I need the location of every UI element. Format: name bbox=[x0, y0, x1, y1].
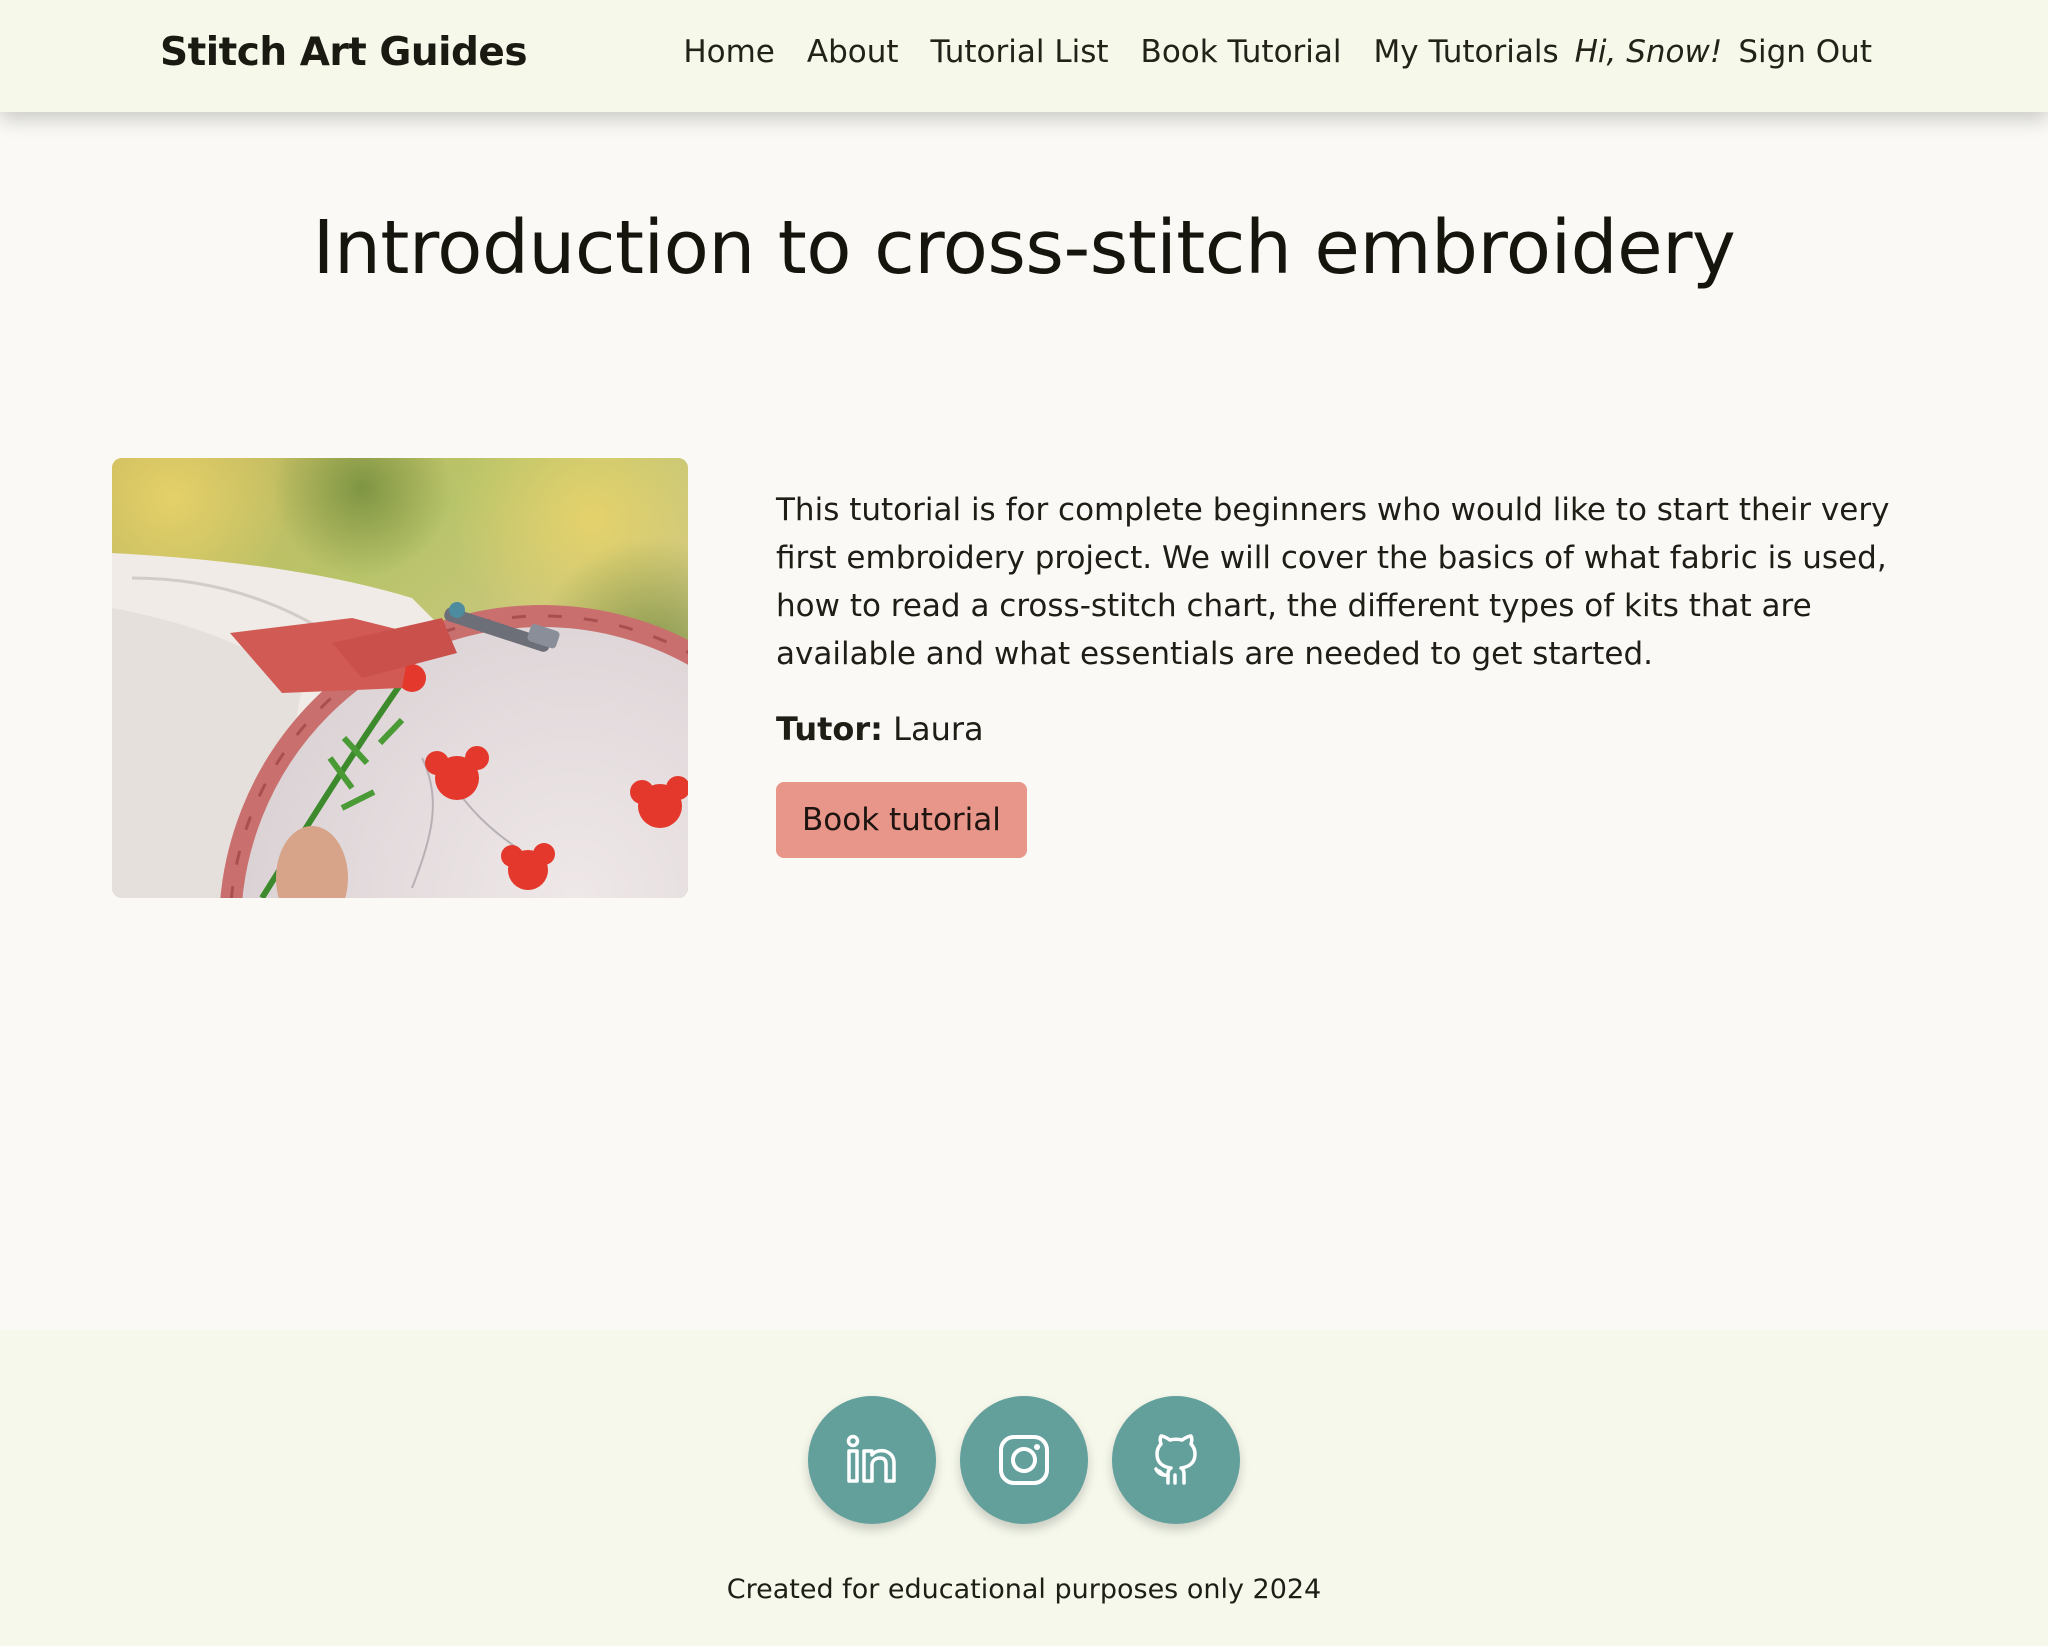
tutorial-description: This tutorial is for complete beginners … bbox=[776, 492, 1890, 672]
tutor-info: Tutor: Laura bbox=[776, 710, 1906, 748]
nav-book-tutorial-link[interactable]: Book Tutorial bbox=[1141, 34, 1342, 70]
tutor-name: Laura bbox=[893, 710, 984, 748]
book-tutorial-button[interactable]: Book tutorial bbox=[776, 782, 1027, 858]
navbar: Stitch Art Guides Home About Tutorial Li… bbox=[0, 0, 2048, 112]
footer-note: Created for educational purposes only 20… bbox=[726, 1574, 1322, 1605]
linkedin-icon bbox=[846, 1434, 896, 1483]
github-link[interactable] bbox=[1112, 1396, 1240, 1524]
nav-links: Home About Tutorial List Book Tutorial M… bbox=[651, 34, 1872, 70]
nav-my-tutorials-link[interactable]: My Tutorials bbox=[1374, 34, 1559, 70]
instagram-icon bbox=[999, 1435, 1049, 1485]
tutorial-image bbox=[112, 458, 688, 898]
sign-out-link[interactable]: Sign Out bbox=[1738, 34, 1872, 70]
footer: Created for educational purposes only 20… bbox=[0, 1330, 2048, 1646]
nav-home-link[interactable]: Home bbox=[683, 34, 775, 70]
brand-logo[interactable]: Stitch Art Guides bbox=[160, 30, 528, 75]
nav-tutorial-list-link[interactable]: Tutorial List bbox=[931, 34, 1109, 70]
linkedin-link[interactable] bbox=[808, 1396, 936, 1524]
page-title: Introduction to cross-stitch embroidery bbox=[312, 205, 1736, 291]
instagram-link[interactable] bbox=[960, 1396, 1088, 1524]
nav-about-link[interactable]: About bbox=[807, 34, 899, 70]
social-links bbox=[0, 1396, 2048, 1524]
user-greeting: Hi, Snow! bbox=[1574, 34, 1723, 70]
github-icon bbox=[1154, 1434, 1197, 1485]
tutor-label: Tutor: bbox=[776, 710, 883, 748]
tutorial-details: This tutorial is for complete beginners … bbox=[776, 486, 1906, 858]
